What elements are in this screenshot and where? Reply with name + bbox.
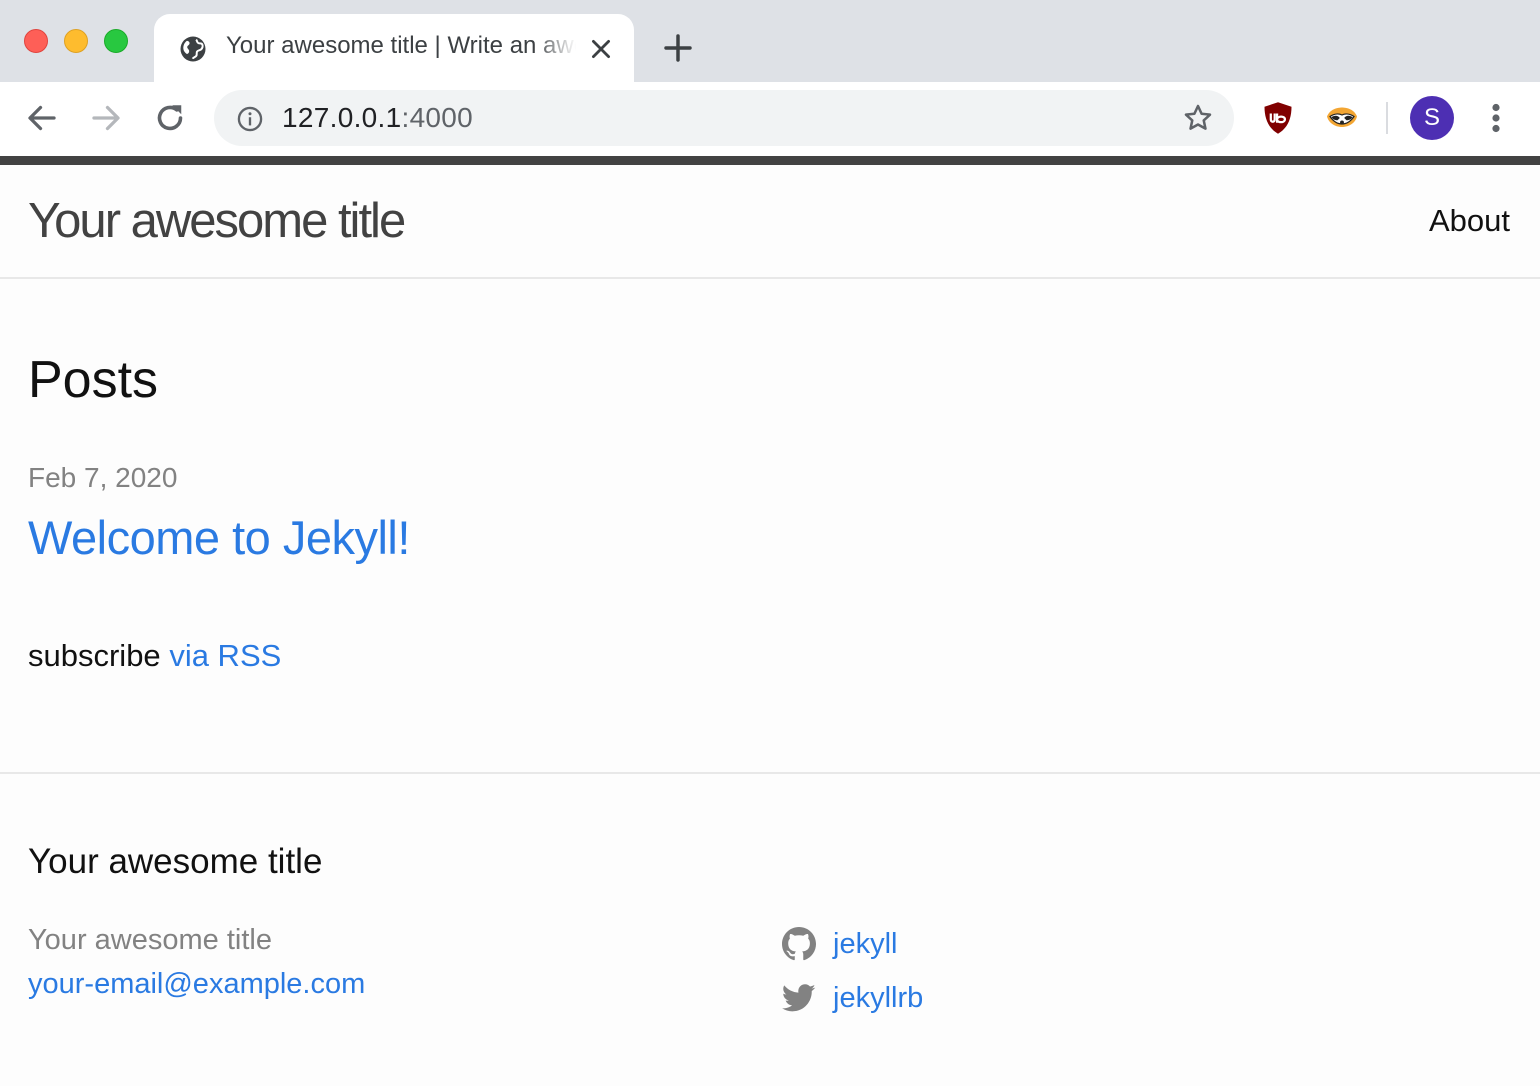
post-date: Feb 7, 2020: [28, 462, 178, 493]
github-icon: [782, 927, 816, 961]
url-text[interactable]: 127.0.0.1:4000: [282, 102, 473, 134]
posts-heading: Posts: [28, 351, 159, 409]
twitter-icon: [782, 984, 816, 1012]
browser-tab-strip: Your awesome title | Write an awesome de…: [0, 0, 1540, 82]
more-vert-icon[interactable]: [1484, 100, 1508, 136]
site-top-border: [0, 156, 1540, 165]
url-host: 127.0.0.1: [282, 102, 402, 133]
site-footer: Your awesome title Your awesome title yo…: [0, 772, 1540, 1086]
toolbar-separator: [1386, 102, 1388, 134]
github-link[interactable]: jekyll: [782, 924, 897, 964]
zoom-window-button[interactable]: [104, 29, 128, 53]
plus-icon[interactable]: [662, 32, 694, 64]
github-username: jekyll: [833, 927, 898, 960]
rss-link[interactable]: via RSS: [169, 638, 281, 673]
site-header: Your awesome title About: [0, 165, 1540, 279]
footer-email-link[interactable]: your-email@example.com: [28, 968, 365, 1001]
info-icon[interactable]: [236, 105, 264, 133]
site-title-link[interactable]: Your awesome title: [28, 193, 406, 249]
subscribe-text: subscribe: [28, 638, 161, 673]
globe-icon: [180, 36, 206, 62]
close-icon[interactable]: [588, 36, 614, 62]
post-title-link[interactable]: Welcome to Jekyll!: [28, 510, 410, 565]
nav-link-about[interactable]: About: [1429, 203, 1510, 239]
profile-avatar[interactable]: S: [1410, 96, 1454, 140]
reload-icon[interactable]: [152, 100, 188, 136]
footer-heading: Your awesome title: [28, 842, 323, 881]
minimize-window-button[interactable]: [64, 29, 88, 53]
ublock-origin-icon[interactable]: [1260, 100, 1296, 136]
footer-site-name: Your awesome title: [28, 924, 272, 956]
url-port: :4000: [401, 102, 474, 133]
tab-title: Your awesome title | Write an awesome de…: [226, 32, 576, 59]
twitter-link[interactable]: jekyllrb: [782, 978, 923, 1018]
privacy-badger-icon[interactable]: [1324, 100, 1360, 136]
star-icon[interactable]: [1182, 102, 1214, 134]
address-bar[interactable]: 127.0.0.1:4000: [214, 90, 1234, 146]
browser-toolbar: 127.0.0.1:4000 S: [0, 82, 1540, 156]
rss-subscribe: subscribe via RSS: [28, 638, 281, 674]
close-window-button[interactable]: [24, 29, 48, 53]
forward-arrow-icon[interactable]: [88, 100, 124, 136]
back-arrow-icon[interactable]: [24, 100, 60, 136]
twitter-username: jekyllrb: [833, 981, 924, 1014]
active-tab[interactable]: Your awesome title | Write an awesome de…: [154, 14, 634, 82]
